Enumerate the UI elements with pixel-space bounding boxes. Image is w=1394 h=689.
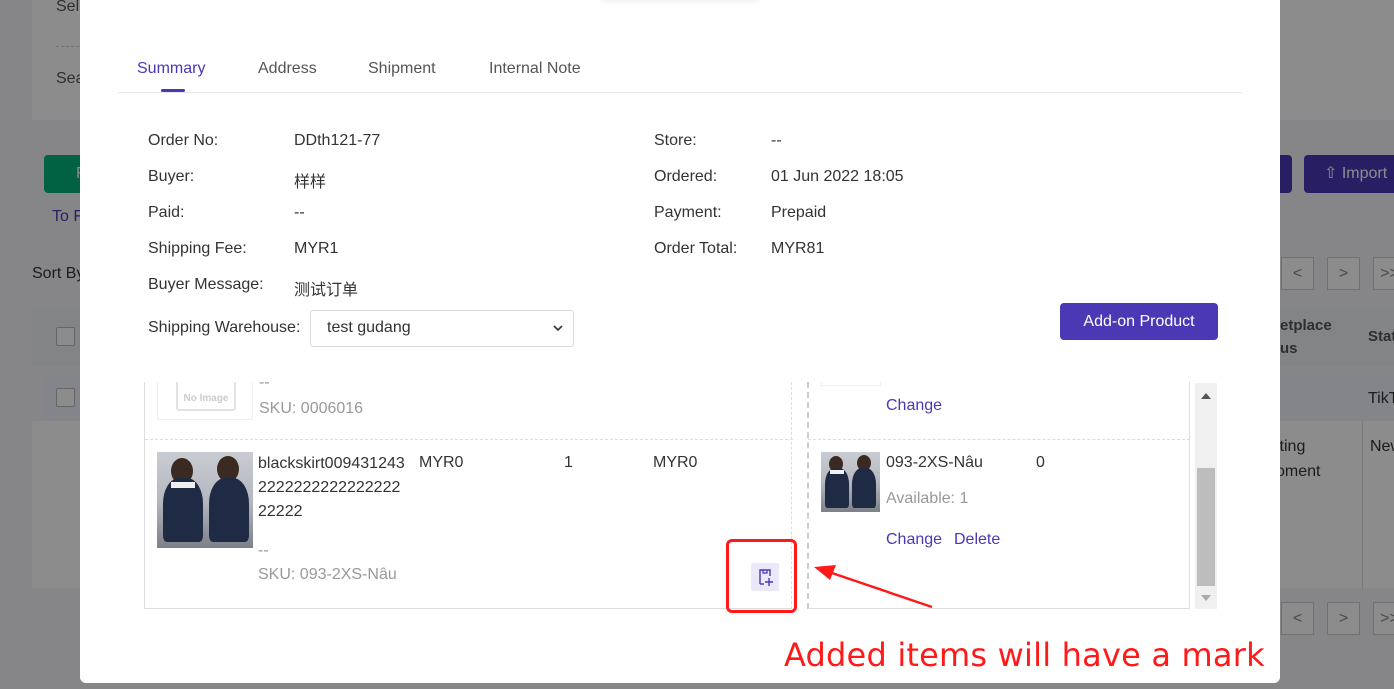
item-sku: SKU: 093-2XS-Nâu <box>258 566 397 583</box>
available-stock: Available: 1 <box>886 490 969 507</box>
payment-value: Prepaid <box>771 204 827 221</box>
tab-summary[interactable]: Summary <box>137 60 205 78</box>
delete-link[interactable]: Delete <box>954 531 1000 549</box>
item-variant: -- <box>258 542 269 559</box>
tab-internal-note[interactable]: Internal Note <box>489 60 581 78</box>
items-left-panel: No Image -- SKU: 0006016 blackskirt00943… <box>144 382 793 609</box>
buyer-message-label: Buyer Message: <box>148 276 264 293</box>
image-placeholder-edge <box>821 382 881 386</box>
store-value: -- <box>771 132 782 149</box>
paid-value: -- <box>294 204 305 221</box>
item-sku: SKU: 0006016 <box>259 400 364 417</box>
order-detail-modal: Summary Address Shipment Internal Note O… <box>80 0 1280 683</box>
buyer-message-value: 测试订单 <box>294 282 359 299</box>
store-label: Store: <box>654 132 697 149</box>
items-right-panel: Change 093-2XS-Nâu 0 Available: 1 Change… <box>808 382 1190 609</box>
shipping-warehouse-label: Shipping Warehouse: <box>148 319 301 336</box>
annotation-text: Added items will have a mark <box>784 636 1265 674</box>
ordered-label: Ordered: <box>654 168 718 185</box>
buyer-label: Buyer: <box>148 168 195 185</box>
paid-label: Paid: <box>148 204 185 221</box>
scrollbar-thumb[interactable] <box>1197 468 1215 586</box>
shipping-warehouse-value: test gudang <box>327 319 411 336</box>
mapped-qty: 0 <box>1036 454 1045 471</box>
items-scrollbar[interactable] <box>1195 383 1217 609</box>
item-name: blackskirt009431243222222222222222222222 <box>258 455 405 520</box>
order-items-list: No Image -- SKU: 0006016 blackskirt00943… <box>144 382 1218 609</box>
product-image-small <box>821 452 880 512</box>
item-price: MYR0 <box>419 454 464 471</box>
tab-address[interactable]: Address <box>258 60 317 78</box>
row-divider <box>145 439 793 440</box>
product-image <box>157 452 253 548</box>
ordered-value: 01 Jun 2022 18:05 <box>771 168 904 185</box>
item-subtotal: MYR0 <box>653 454 698 471</box>
scroll-down-arrow-icon[interactable] <box>1201 595 1211 601</box>
order-no-label: Order No: <box>148 132 219 149</box>
tab-shipment[interactable]: Shipment <box>368 60 436 78</box>
order-total-value: MYR81 <box>771 240 825 257</box>
item-variant: -- <box>259 382 270 391</box>
detail-tabs: Summary Address Shipment Internal Note <box>118 50 1242 93</box>
order-total-label: Order Total: <box>654 240 738 257</box>
row-divider <box>808 439 1190 440</box>
item-qty: 1 <box>564 454 573 471</box>
mapped-sku: 093-2XS-Nâu <box>886 454 983 471</box>
scroll-up-arrow-icon[interactable] <box>1201 393 1211 399</box>
add-on-product-button[interactable]: Add-on Product <box>1060 303 1218 340</box>
active-tab-indicator <box>161 89 185 92</box>
shipping-fee-label: Shipping Fee: <box>148 240 247 257</box>
chevron-down-icon <box>553 325 563 332</box>
payment-label: Payment: <box>654 204 722 221</box>
shipping-fee-value: MYR1 <box>294 240 339 257</box>
buyer-value: 样样 <box>294 174 327 191</box>
shipping-warehouse-select[interactable]: test gudang <box>310 310 574 347</box>
annotation-highlight-box <box>726 539 797 613</box>
no-image-placeholder: No Image <box>157 382 253 420</box>
change-link[interactable]: Change <box>886 531 942 549</box>
change-link[interactable]: Change <box>886 397 942 415</box>
order-no-value: DDth121-77 <box>294 132 381 149</box>
